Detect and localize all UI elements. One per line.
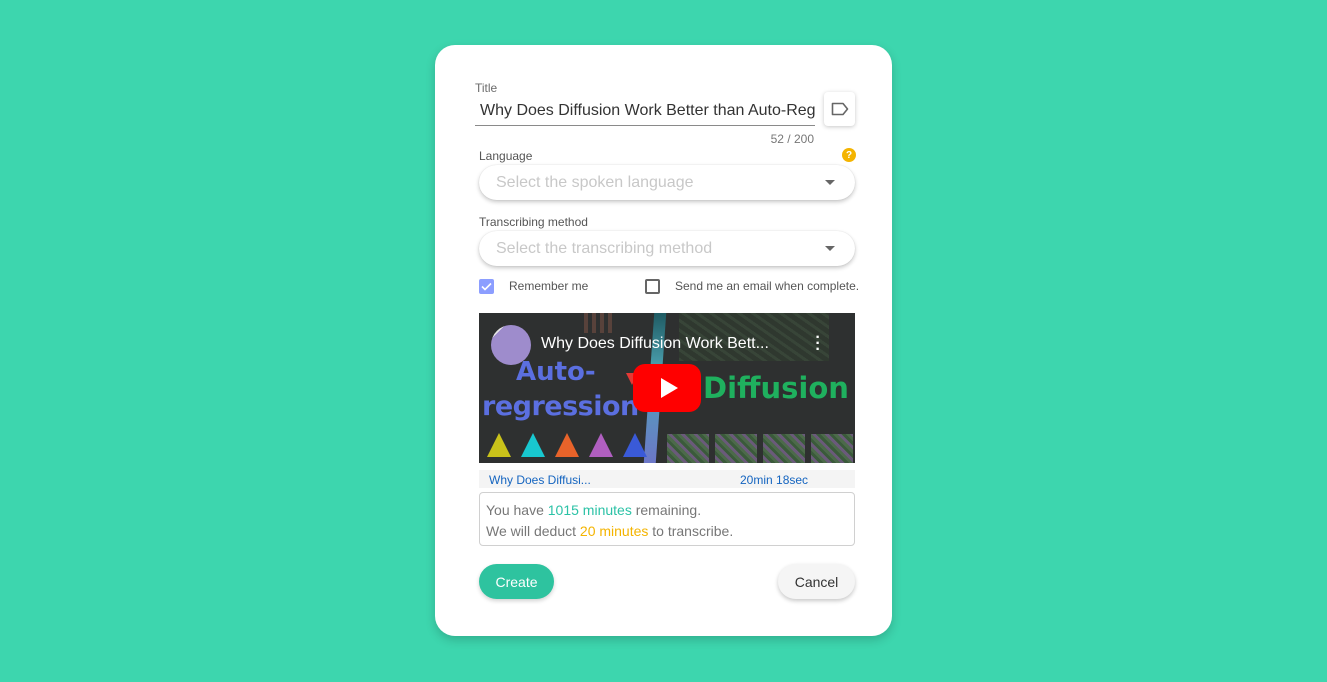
sample-image [715, 434, 757, 463]
remember-me-label: Remember me [509, 279, 589, 293]
transcribing-method-label: Transcribing method [479, 215, 588, 229]
sample-image [763, 434, 805, 463]
quota-text: remaining. [631, 502, 702, 518]
video-short-title[interactable]: Why Does Diffusi... [489, 473, 591, 487]
more-options-icon[interactable]: · · · [814, 330, 822, 358]
sample-image [811, 434, 853, 463]
tree-graphic [487, 433, 511, 457]
email-notify-checkbox[interactable]: Send me an email when complete. [645, 278, 859, 294]
label-tag-icon [831, 102, 848, 116]
tree-graphic [589, 433, 613, 457]
quota-remaining-line: You have 1015 minutes remaining. [486, 500, 854, 521]
language-label: Language [479, 149, 533, 163]
sample-image [667, 434, 709, 463]
tag-button[interactable] [824, 92, 855, 126]
title-input[interactable] [475, 97, 815, 126]
play-icon [660, 378, 678, 398]
thumbnail-text-regression: regression [482, 391, 639, 422]
remaining-minutes: 1015 minutes [547, 502, 632, 518]
checkbox-unchecked[interactable] [645, 278, 660, 294]
quota-text: We will deduct [486, 523, 580, 539]
chevron-down-icon [825, 246, 835, 251]
video-duration: 20min 18sec [740, 473, 809, 487]
quota-info-box: You have 1015 minutes remaining. We will… [479, 492, 855, 546]
create-button[interactable]: Create [479, 564, 554, 599]
tree-graphic [555, 433, 579, 457]
language-select[interactable]: Select the spoken language [479, 165, 855, 200]
quota-deduct-line: We will deduct 20 minutes to transcribe. [486, 521, 854, 542]
cancel-button[interactable]: Cancel [778, 564, 855, 599]
email-notify-label: Send me an email when complete. [675, 279, 860, 293]
chevron-down-icon [825, 180, 835, 185]
quota-text: to transcribe. [648, 523, 734, 539]
transcribing-method-select[interactable]: Select the transcribing method [479, 231, 855, 266]
checkmark-icon [481, 282, 492, 291]
video-meta-bar: Why Does Diffusi... 20min 18sec [479, 470, 855, 488]
title-label: Title [475, 81, 498, 95]
checkbox-checked[interactable] [479, 278, 494, 294]
remember-me-checkbox[interactable]: Remember me [479, 278, 588, 294]
create-transcription-dialog: Title 52 / 200 Language ? Select the spo… [435, 45, 892, 636]
tree-graphic [521, 433, 545, 457]
transcribing-method-placeholder: Select the transcribing method [496, 239, 713, 257]
quota-text: You have [486, 502, 548, 518]
tree-graphic [623, 433, 647, 457]
video-overlay-title[interactable]: Why Does Diffusion Work Bett... [541, 335, 769, 353]
thumbnail-decoration [584, 313, 612, 333]
play-button[interactable] [633, 364, 701, 412]
help-icon[interactable]: ? [842, 148, 856, 162]
thumbnail-trees [487, 433, 647, 457]
video-embed[interactable]: Why Does Diffusion Work Bett... · · · Auto… [479, 313, 855, 463]
language-placeholder: Select the spoken language [496, 173, 694, 191]
thumbnail-text-diffusion: Diffusion [703, 371, 849, 405]
thumbnail-samples [667, 434, 853, 463]
title-char-counter: 52 / 200 [770, 132, 814, 146]
thumbnail-text-auto: Auto- [516, 357, 596, 387]
deduct-minutes: 20 minutes [579, 523, 649, 539]
